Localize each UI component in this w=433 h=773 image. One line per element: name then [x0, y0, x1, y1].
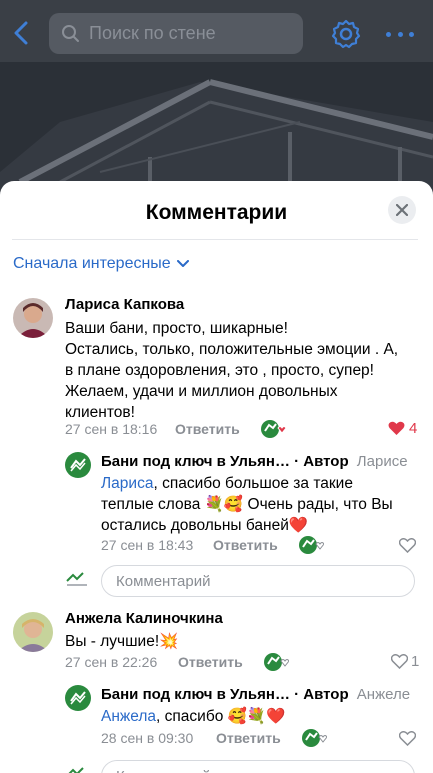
sort-label: Сначала интересные [13, 255, 171, 272]
dot [409, 31, 414, 37]
comment-date: 27 сен в 22:26 [65, 654, 158, 670]
reply-line: остались довольны баней❤️ [101, 517, 309, 534]
company-logo-icon [70, 691, 86, 705]
reply-author[interactable]: Бани под ключ в Ульян… · Автор [101, 686, 349, 703]
heart-icon [388, 421, 405, 435]
comment-input[interactable]: Комментарий [101, 565, 415, 597]
reaction-icon[interactable] [263, 652, 289, 672]
reply-date: 28 сен в 09:30 [101, 730, 194, 746]
heart-outline-icon [391, 654, 408, 669]
comment-input[interactable]: Комментарий [101, 760, 415, 773]
author-avatar[interactable] [65, 685, 91, 711]
company-logo-icon [66, 572, 87, 586]
reaction-icon[interactable] [260, 419, 286, 439]
top-bar: Поиск по стене [0, 0, 433, 62]
divider [12, 239, 418, 240]
reaction-icon[interactable] [301, 728, 327, 748]
like-count: 1 [411, 653, 420, 670]
settings-button[interactable] [330, 18, 362, 50]
search-icon [62, 24, 79, 42]
close-button[interactable] [388, 196, 416, 224]
reply-text: Лариса, спасибо большое за такие теплые … [101, 473, 421, 536]
close-icon [396, 204, 408, 216]
reply-button[interactable]: Ответить [178, 654, 243, 670]
post-background: Поиск по стене [0, 0, 433, 200]
reply-line: теплые слова 💐🥰 Очень рады, что Вы [101, 496, 393, 513]
comments-sheet: Комментарии Сначала интересные Лариса Ка… [0, 181, 433, 773]
sheet-title: Комментарии [145, 201, 288, 224]
reply-addressee: Анжеле [356, 686, 411, 703]
comment-line: Желаем, удачи и миллион довольных [65, 383, 338, 400]
user-photo [13, 612, 53, 652]
comment-line: Остались, только, положительные эмоции .… [65, 341, 399, 358]
mention-link[interactable]: Анжела [101, 708, 156, 725]
reply-author[interactable]: Бани под ключ в Ульян… · Автор [101, 453, 349, 470]
chevron-down-icon [176, 260, 189, 267]
reply-date: 27 сен в 18:43 [101, 537, 194, 553]
heart-outline-icon[interactable] [399, 731, 416, 746]
reply-button[interactable]: Ответить [175, 421, 240, 437]
mention-link[interactable]: Лариса [101, 475, 153, 492]
dot [386, 31, 391, 37]
like-button[interactable]: 1 [391, 653, 419, 670]
comment-line: клиентов! [65, 404, 135, 421]
reply-text: Анжела, спасибо 🥰💐❤️ [101, 706, 421, 727]
reply-line-rest: , спасибо 🥰💐❤️ [156, 708, 286, 725]
gear-icon [331, 19, 361, 49]
reply-line-rest: , спасибо большое за такие [153, 475, 353, 492]
like-button[interactable]: 4 [388, 420, 417, 437]
reply-author-line: Бани под ключ в Ульян… · Автор Анжеле [101, 686, 421, 703]
reaction-icon[interactable] [298, 535, 324, 555]
comment-placeholder: Комментарий [116, 768, 210, 773]
company-logo-icon [70, 458, 86, 472]
reply-line: Лариса, спасибо большое за такие [101, 473, 421, 494]
reply-button[interactable]: Ответить [213, 537, 278, 553]
comment-author[interactable]: Лариса Капкова [65, 296, 184, 313]
avatar[interactable] [13, 298, 53, 338]
search-placeholder: Поиск по стене [89, 23, 216, 43]
reply-addressee: Ларисе [356, 453, 408, 470]
reply-author-line: Бани под ключ в Ульян… · Автор Ларисе [101, 453, 411, 470]
sort-dropdown[interactable]: Сначала интересные [13, 255, 189, 273]
comment-line: Ваши бани, просто, шикарные! [65, 320, 288, 337]
user-photo [13, 298, 53, 338]
more-button[interactable] [386, 24, 414, 44]
comment-text: Вы - лучшие!💥 [65, 633, 179, 650]
comment-date: 27 сен в 18:16 [65, 421, 158, 437]
company-logo-icon [68, 767, 84, 773]
comment-placeholder: Комментарий [116, 572, 211, 590]
back-button[interactable] [8, 18, 34, 48]
avatar[interactable] [13, 612, 53, 652]
author-avatar[interactable] [65, 452, 91, 478]
comment-text: Ваши бани, просто, шикарные! Остались, т… [65, 318, 415, 423]
post-photo [0, 62, 433, 200]
heart-outline-icon[interactable] [399, 538, 416, 553]
search-input[interactable]: Поиск по стене [49, 13, 303, 54]
comment-line: в плане оздоровления, это , просто, супе… [65, 362, 374, 379]
like-count: 4 [409, 420, 418, 437]
dot [397, 31, 403, 37]
reply-button[interactable]: Ответить [216, 730, 281, 746]
comment-author[interactable]: Анжела Калиночкина [65, 610, 223, 627]
chevron-left-icon [14, 21, 28, 45]
